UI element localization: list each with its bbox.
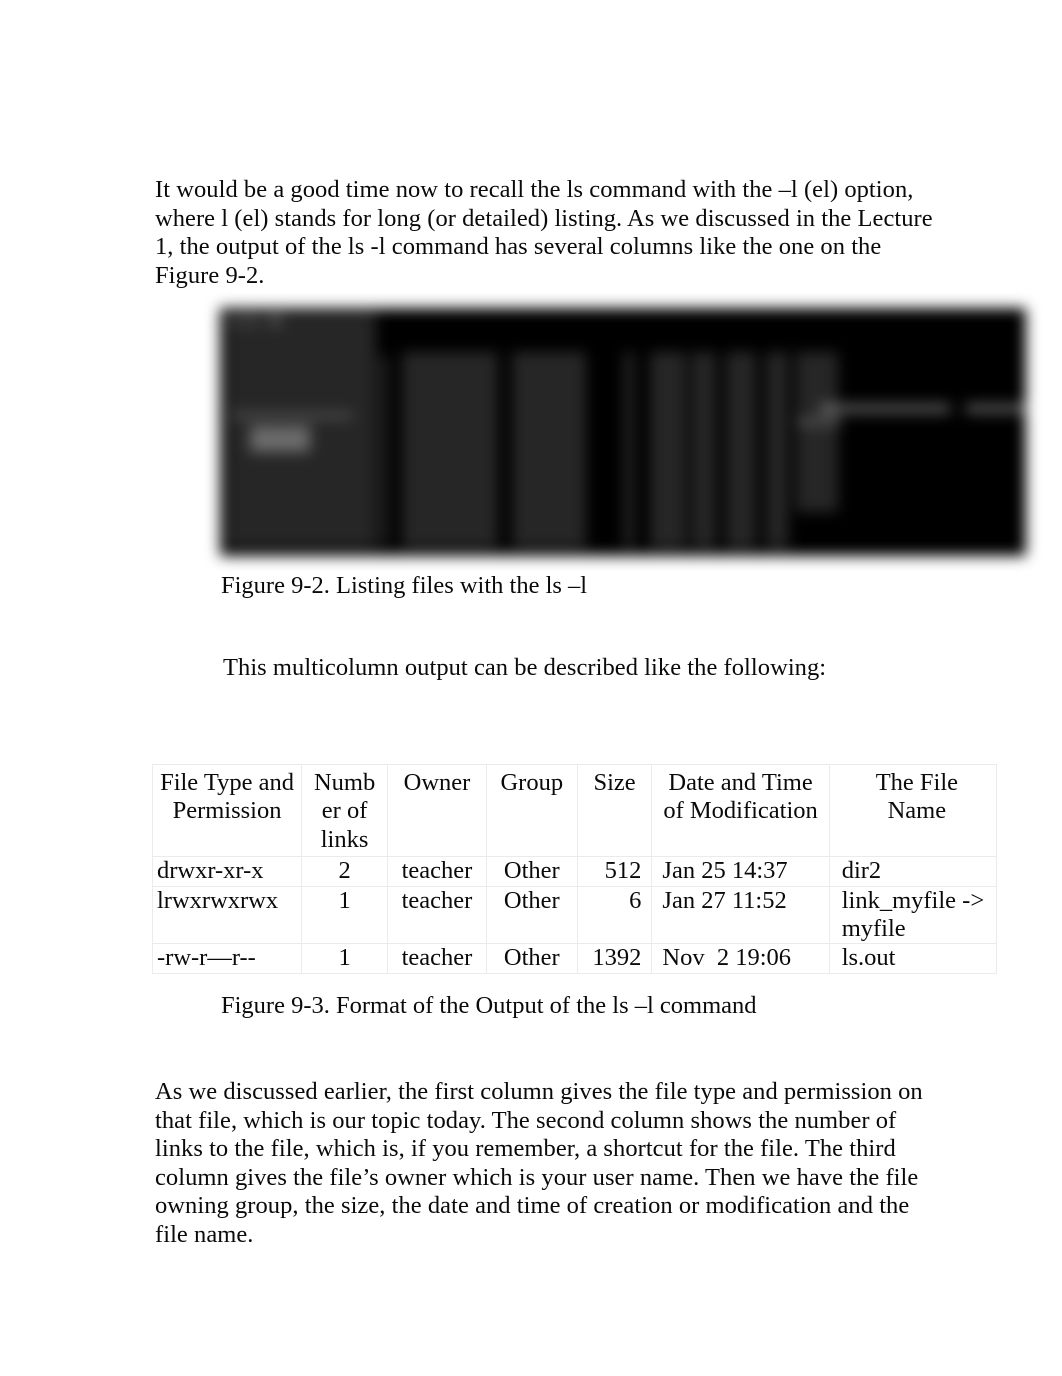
header-file-name: The File Name xyxy=(828,763,998,858)
document-page: It would be a good time now to recall th… xyxy=(0,0,1062,1376)
cell-permission: drwxr-xr-x xyxy=(151,856,303,887)
cell-permission: lrwxrwxrwx xyxy=(151,885,303,945)
intro-paragraph: It would be a good time now to recall th… xyxy=(155,176,939,289)
header-date-time: Date and Time of Modification xyxy=(651,763,830,858)
header-size: Size xyxy=(576,763,653,858)
cell-links: 1 xyxy=(301,943,389,974)
cell-size: 6 xyxy=(576,885,653,945)
cell-size: 512 xyxy=(576,856,653,887)
cell-date: Jan 27 11:52 xyxy=(651,885,830,945)
cell-file-name: dir2 xyxy=(828,856,998,887)
table-row: drwxr-xr-x 2 teacher Other 512 Jan 25 14… xyxy=(151,856,998,887)
cell-owner: teacher xyxy=(387,885,487,945)
cell-links: 2 xyxy=(301,856,389,887)
cell-group: Other xyxy=(485,885,578,945)
header-group: Group xyxy=(485,763,578,858)
cell-date: Nov 2 19:06 xyxy=(651,943,830,974)
cell-permission: -rw-r—r-- xyxy=(151,943,303,974)
cell-group: Other xyxy=(485,856,578,887)
cell-date: Jan 25 14:37 xyxy=(651,856,830,887)
cell-links: 1 xyxy=(301,885,389,945)
terminal-screenshot-blurred xyxy=(220,308,1026,556)
cell-size: 1392 xyxy=(576,943,653,974)
cell-file-name: ls.out xyxy=(828,943,998,974)
cell-group: Other xyxy=(485,943,578,974)
figure-9-2-image xyxy=(208,296,1038,568)
header-number-of-links: Numb er of links xyxy=(301,763,389,858)
header-file-type-permission: File Type and Permission xyxy=(151,763,303,858)
cell-owner: teacher xyxy=(387,856,487,887)
table-row: -rw-r—r-- 1 teacher Other 1392 Nov 2 19:… xyxy=(151,943,998,974)
ls-output-format-table: File Type and Permission Numb er of link… xyxy=(151,763,998,974)
table-header-row: File Type and Permission Numb er of link… xyxy=(151,763,998,858)
cell-file-name: link_myfile -> myfile xyxy=(828,885,998,945)
figure-9-3-caption: Figure 9-3. Format of the Output of the … xyxy=(221,992,757,1019)
header-owner: Owner xyxy=(387,763,487,858)
figure-9-2-caption: Figure 9-2. Listing files with the ls –l xyxy=(221,572,588,599)
cell-owner: teacher xyxy=(387,943,487,974)
table-row: lrwxrwxrwx 1 teacher Other 6 Jan 27 11:5… xyxy=(151,885,998,945)
final-paragraph: As we discussed earlier, the first colum… xyxy=(155,1078,929,1248)
multicolumn-paragraph: This multicolumn output can be described… xyxy=(223,654,827,681)
